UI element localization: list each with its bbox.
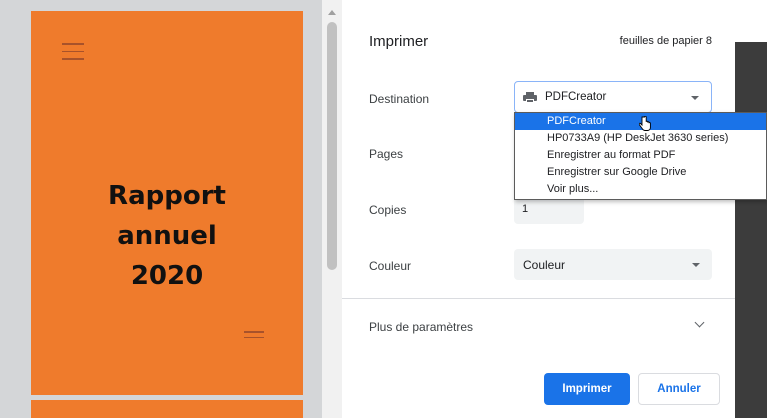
chevron-down-icon bbox=[691, 96, 699, 100]
hand-cursor-icon bbox=[639, 116, 651, 131]
preview-page-2 bbox=[31, 400, 303, 418]
copies-value: 1 bbox=[522, 203, 529, 215]
chevron-down-icon bbox=[692, 263, 700, 267]
scroll-up-arrow-icon[interactable] bbox=[328, 10, 336, 15]
cancel-button[interactable]: Annuler bbox=[638, 373, 720, 405]
decorative-lines-icon bbox=[244, 331, 264, 342]
color-select[interactable]: Couleur bbox=[514, 249, 712, 280]
color-label: Couleur bbox=[369, 259, 412, 273]
dropdown-option-save-pdf[interactable]: Enregistrer au format PDF bbox=[515, 147, 766, 164]
background-dark-area bbox=[735, 42, 767, 418]
preview-page: Rapport annuel 2020 bbox=[31, 11, 303, 395]
report-title-line-1: Rapport bbox=[108, 181, 226, 211]
sheet-count: feuilles de papier 8 bbox=[619, 35, 712, 47]
chevron-down-icon[interactable] bbox=[694, 317, 705, 328]
panel-title: Imprimer bbox=[369, 33, 429, 50]
more-settings-toggle[interactable]: Plus de paramètres bbox=[369, 320, 473, 334]
destination-label: Destination bbox=[369, 92, 430, 106]
print-settings-panel: Imprimer feuilles de papier 8 Destinatio… bbox=[342, 0, 735, 418]
print-button[interactable]: Imprimer bbox=[544, 373, 630, 405]
destination-select[interactable]: PDFCreator bbox=[514, 81, 712, 113]
print-preview-pane: Rapport annuel 2020 bbox=[0, 0, 322, 418]
destination-value: PDFCreator bbox=[545, 91, 607, 103]
report-title: Rapport annuel 2020 bbox=[31, 176, 303, 296]
color-value: Couleur bbox=[523, 258, 566, 272]
hamburger-icon bbox=[62, 43, 84, 61]
divider bbox=[342, 298, 735, 299]
copies-label: Copies bbox=[369, 203, 407, 217]
dropdown-option-google-drive[interactable]: Enregistrer sur Google Drive bbox=[515, 164, 766, 181]
printer-icon bbox=[523, 92, 537, 103]
scroll-thumb[interactable] bbox=[327, 22, 337, 270]
report-title-line-3: 2020 bbox=[130, 261, 204, 291]
pages-label: Pages bbox=[369, 147, 404, 161]
dropdown-option-see-more[interactable]: Voir plus... bbox=[515, 181, 766, 198]
copies-input[interactable]: 1 bbox=[514, 196, 584, 224]
report-title-line-2: annuel bbox=[117, 221, 217, 251]
preview-scrollbar[interactable] bbox=[322, 0, 342, 418]
